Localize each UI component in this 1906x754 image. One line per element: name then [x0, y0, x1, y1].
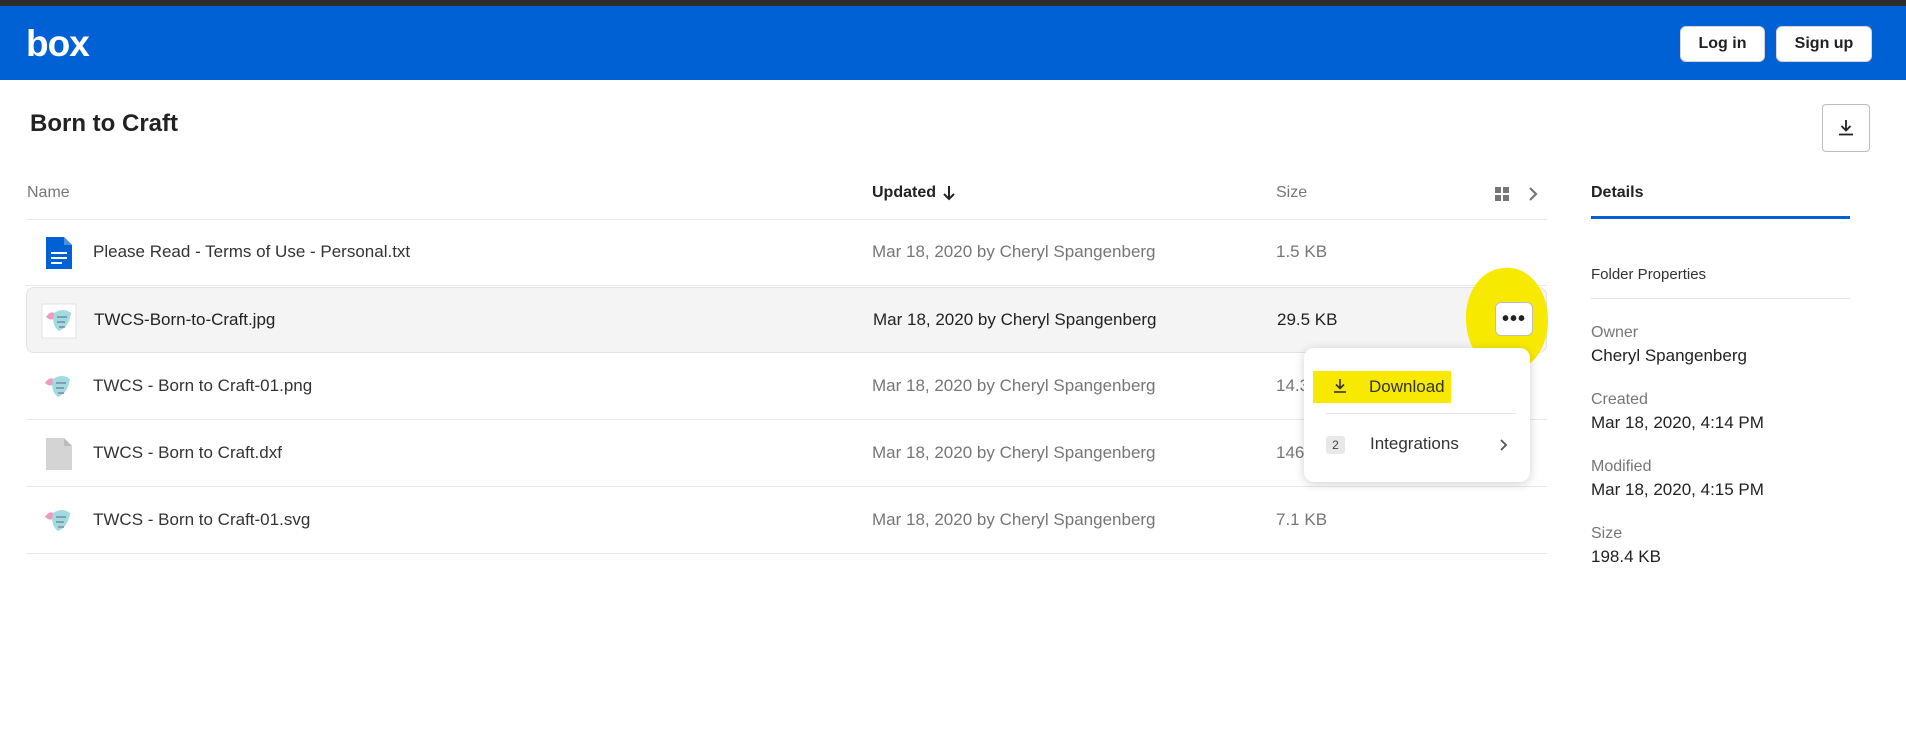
column-header-updated[interactable]: Updated [872, 184, 956, 202]
file-name[interactable]: TWCS - Born to Craft.dxf [93, 443, 282, 463]
more-options-button[interactable]: ••• [1495, 302, 1533, 336]
folder-properties-heading: Folder Properties [1591, 266, 1707, 283]
file-size: 29.5 KB [1277, 310, 1338, 329]
properties-divider [1591, 298, 1850, 299]
text-file-icon [46, 237, 72, 269]
row-divider [26, 285, 1547, 286]
menu-item-download-label: Download [1369, 377, 1445, 396]
app-header: box Log in Sign up [0, 6, 1906, 80]
menu-item-integrations[interactable]: 2 Integrations [1326, 432, 1516, 460]
modified-label: Modified [1591, 458, 1652, 475]
login-button[interactable]: Log in [1680, 26, 1765, 62]
image-thumbnail-icon [41, 303, 77, 339]
column-header-name[interactable]: Name [27, 184, 70, 202]
chevron-right-icon[interactable] [1526, 184, 1540, 204]
download-folder-button[interactable] [1822, 104, 1870, 152]
created-value: Mar 18, 2020, 4:14 PM [1591, 413, 1764, 432]
file-name[interactable]: Please Read - Terms of Use - Personal.tx… [93, 242, 410, 262]
row-divider [26, 553, 1547, 554]
file-updated: Mar 18, 2020 by Cheryl Spangenberg [872, 242, 1156, 261]
table-row-selected[interactable]: TWCS-Born-to-Craft.jpg Mar 18, 2020 by C… [26, 287, 1547, 353]
size-label: Size [1591, 525, 1623, 542]
ellipsis-icon: ••• [1501, 307, 1526, 330]
column-header-size[interactable]: Size [1276, 184, 1307, 202]
owner-label: Owner [1591, 324, 1639, 341]
menu-item-integrations-label: Integrations [1370, 434, 1459, 453]
sort-descending-arrow-icon [943, 186, 955, 201]
chevron-right-icon [1500, 439, 1508, 451]
download-icon [1334, 379, 1346, 393]
integrations-count-badge: 2 [1326, 436, 1345, 454]
menu-separator [1326, 413, 1516, 414]
size-value: 198.4 KB [1591, 547, 1661, 566]
table-row[interactable]: Please Read - Terms of Use - Personal.tx… [26, 220, 1547, 286]
table-row[interactable]: TWCS - Born to Craft-01.svg Mar 18, 2020… [26, 488, 1547, 554]
file-name[interactable]: TWCS - Born to Craft-01.svg [93, 510, 310, 530]
owner-value: Cheryl Spangenberg [1591, 346, 1747, 365]
file-name[interactable]: TWCS - Born to Craft-01.png [93, 376, 312, 396]
tab-details-underline [1591, 216, 1850, 219]
image-thumbnail-icon [45, 510, 70, 531]
created-label: Created [1591, 391, 1648, 408]
download-icon [1839, 120, 1853, 136]
tab-details[interactable]: Details [1591, 184, 1643, 202]
page-title: Born to Craft [30, 110, 178, 137]
signup-button[interactable]: Sign up [1776, 26, 1872, 62]
file-size: 1.5 KB [1276, 242, 1328, 261]
file-size: 7.1 KB [1276, 510, 1328, 529]
file-updated: Mar 18, 2020 by Cheryl Spangenberg [873, 310, 1157, 329]
file-name[interactable]: TWCS-Born-to-Craft.jpg [94, 310, 275, 330]
menu-item-download[interactable]: Download [1313, 371, 1451, 403]
modified-value: Mar 18, 2020, 4:15 PM [1591, 480, 1764, 499]
image-thumbnail-icon [45, 376, 70, 397]
box-logo[interactable]: box [26, 25, 90, 62]
file-updated: Mar 18, 2020 by Cheryl Spangenberg [872, 510, 1156, 529]
file-updated: Mar 18, 2020 by Cheryl Spangenberg [872, 376, 1156, 395]
file-size: 146 [1276, 443, 1305, 462]
context-menu: Download 2 Integrations [1304, 348, 1530, 482]
file-updated: Mar 18, 2020 by Cheryl Spangenberg [872, 443, 1156, 462]
column-header-updated-label: Updated [872, 184, 936, 201]
generic-file-icon [46, 438, 72, 470]
grid-view-icon[interactable] [1494, 186, 1510, 202]
row-divider [26, 486, 1547, 487]
